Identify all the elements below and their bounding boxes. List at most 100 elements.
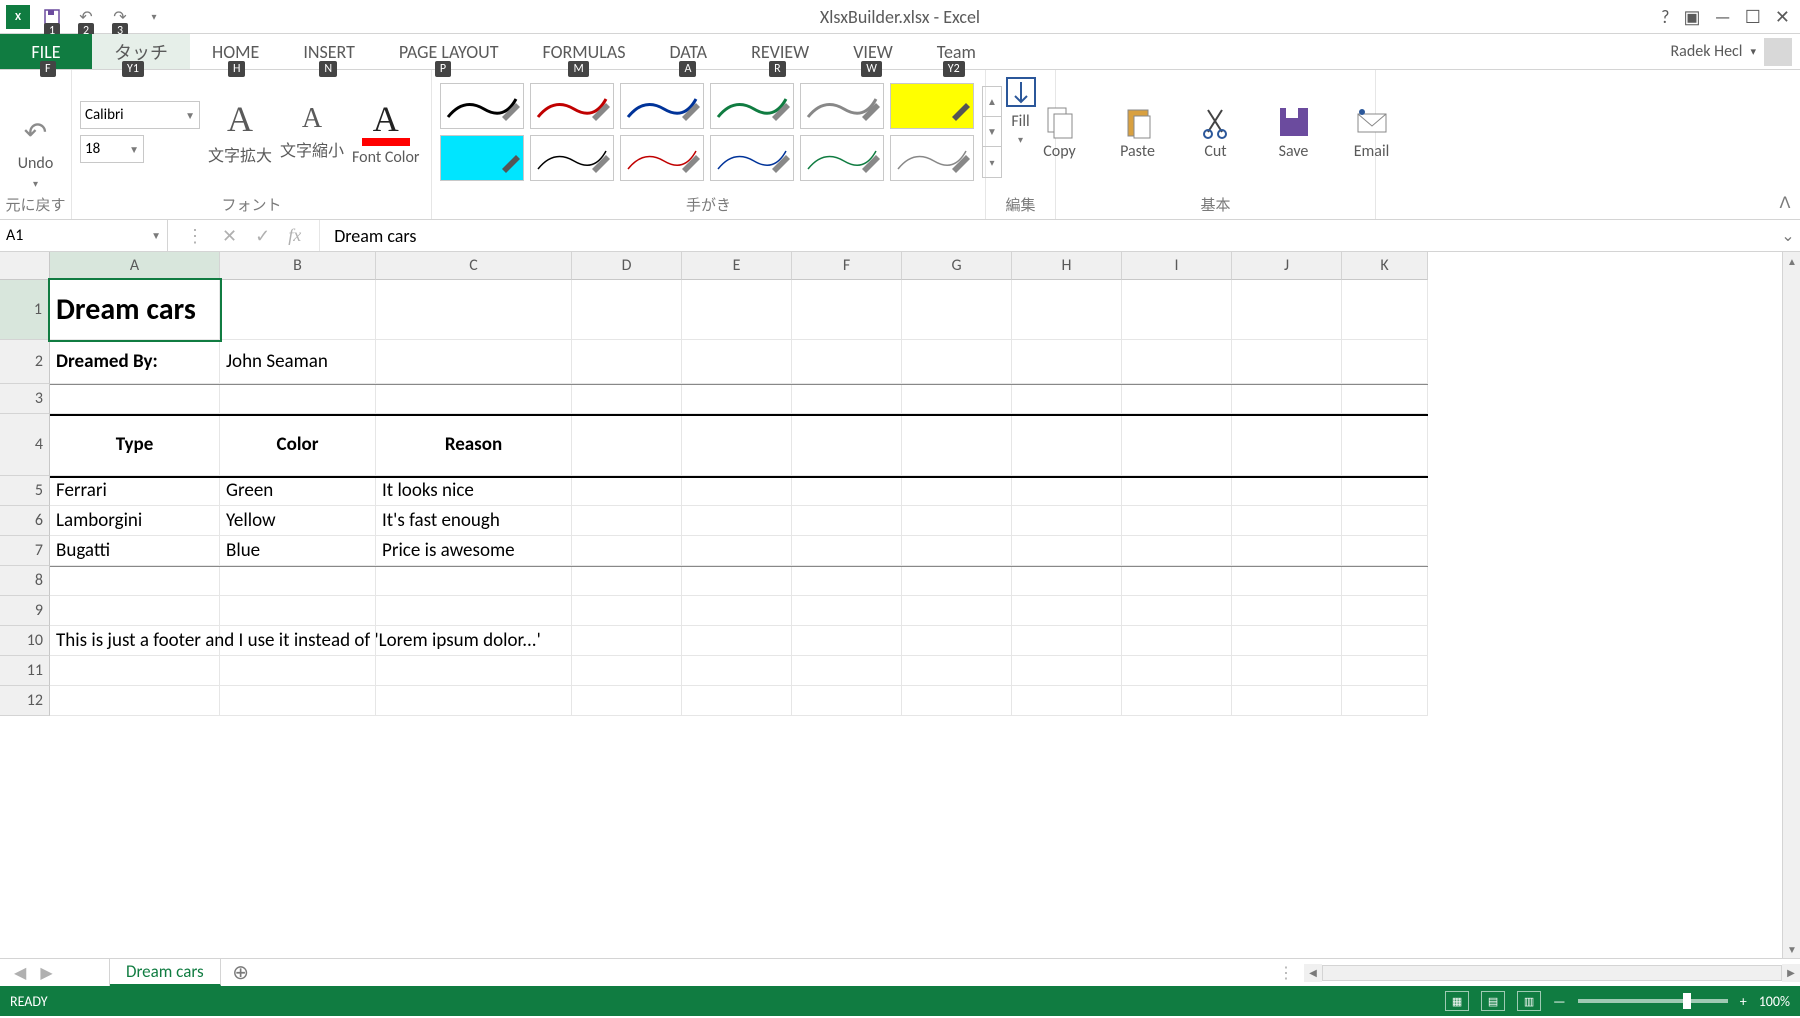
undo-qat-button[interactable]: ↶ 2 — [74, 5, 98, 29]
cell[interactable]: Blue — [220, 536, 376, 566]
cell[interactable] — [1122, 596, 1232, 626]
shrink-font-button[interactable]: A文字縮小 — [280, 103, 344, 161]
cell[interactable] — [1232, 536, 1342, 566]
row-header[interactable]: 7 — [0, 536, 50, 566]
cell[interactable] — [792, 280, 902, 340]
pen-swatch[interactable] — [530, 135, 614, 181]
pen-swatch[interactable] — [620, 135, 704, 181]
horizontal-scrollbar[interactable]: ◀▶ — [1304, 959, 1800, 986]
cell[interactable] — [1122, 280, 1232, 340]
cell[interactable] — [902, 656, 1012, 686]
cell[interactable]: Color — [220, 414, 376, 476]
zoom-out-button[interactable]: — — [1553, 993, 1566, 1010]
cell[interactable] — [682, 596, 792, 626]
cell[interactable] — [1232, 280, 1342, 340]
cell[interactable] — [1122, 626, 1232, 656]
sheet-nav[interactable]: ◀▶ — [0, 959, 110, 986]
pen-swatch[interactable] — [440, 83, 524, 129]
data-tab[interactable]: DATAA — [647, 34, 729, 69]
pagelayout-tab[interactable]: PAGE LAYOUTP — [377, 34, 521, 69]
cell[interactable] — [1232, 506, 1342, 536]
help-button[interactable]: ? — [1661, 6, 1669, 28]
cell[interactable] — [572, 626, 682, 656]
chevron-down-icon[interactable]: ▾ — [1018, 133, 1023, 146]
cell[interactable] — [376, 566, 572, 596]
cell[interactable] — [220, 626, 376, 656]
pen-swatch[interactable] — [800, 83, 884, 129]
cell[interactable] — [220, 686, 376, 716]
cell[interactable] — [50, 596, 220, 626]
cell[interactable] — [1342, 506, 1428, 536]
cell[interactable]: John Seaman — [220, 340, 376, 384]
cell[interactable] — [792, 476, 902, 506]
cell[interactable] — [1232, 384, 1342, 414]
formula-input[interactable]: Dream cars — [320, 220, 1776, 251]
cell[interactable] — [1342, 340, 1428, 384]
next-sheet-icon[interactable]: ▶ — [40, 963, 52, 983]
formulas-tab[interactable]: FORMULASM — [520, 34, 647, 69]
cell[interactable]: Type — [50, 414, 220, 476]
enter-icon[interactable]: ✓ — [255, 225, 270, 247]
cell[interactable] — [1232, 414, 1342, 476]
cell[interactable] — [1232, 626, 1342, 656]
cell[interactable] — [792, 340, 902, 384]
column-header[interactable]: D — [572, 252, 682, 280]
cell[interactable] — [1122, 476, 1232, 506]
cell[interactable] — [376, 596, 572, 626]
paste-button[interactable]: Paste — [1106, 104, 1170, 161]
cell[interactable] — [1122, 340, 1232, 384]
pen-swatch[interactable] — [620, 83, 704, 129]
cell[interactable] — [1012, 626, 1122, 656]
column-header[interactable]: B — [220, 252, 376, 280]
cell[interactable] — [220, 280, 376, 340]
cell[interactable] — [1012, 384, 1122, 414]
cell[interactable] — [376, 340, 572, 384]
row-header[interactable]: 3 — [0, 384, 50, 414]
cell[interactable] — [1232, 596, 1342, 626]
cell[interactable] — [1012, 340, 1122, 384]
enlarge-font-button[interactable]: A文字拡大 — [208, 98, 272, 166]
cell[interactable] — [572, 280, 682, 340]
cell[interactable] — [572, 686, 682, 716]
cell[interactable] — [902, 476, 1012, 506]
cell[interactable] — [376, 384, 572, 414]
zoom-in-button[interactable]: + — [1740, 993, 1747, 1010]
pagebreak-view-button[interactable]: ▥ — [1517, 991, 1541, 1011]
insert-tab[interactable]: INSERTN — [281, 34, 377, 69]
cell[interactable] — [1342, 656, 1428, 686]
row-header[interactable]: 10 — [0, 626, 50, 656]
file-tab[interactable]: FILE F — [0, 34, 92, 69]
cell[interactable] — [1012, 280, 1122, 340]
review-tab[interactable]: REVIEWR — [729, 34, 831, 69]
cell[interactable]: Dream cars — [50, 280, 220, 340]
redo-qat-button[interactable]: ↷ 3 — [108, 5, 132, 29]
cell[interactable] — [902, 280, 1012, 340]
cell[interactable] — [1342, 566, 1428, 596]
cell[interactable] — [572, 340, 682, 384]
prev-sheet-icon[interactable]: ◀ — [14, 963, 26, 983]
cell[interactable] — [1012, 506, 1122, 536]
cell[interactable] — [682, 686, 792, 716]
cell[interactable] — [792, 566, 902, 596]
cell[interactable]: Ferrari — [50, 476, 220, 506]
cell-area[interactable]: Dream carsDreamed By:John SeamanTypeColo… — [50, 280, 1782, 958]
cell[interactable] — [682, 280, 792, 340]
cell[interactable] — [902, 340, 1012, 384]
cell[interactable] — [376, 280, 572, 340]
font-name-combo[interactable]: Calibri▼ — [80, 101, 200, 129]
cell[interactable] — [1232, 566, 1342, 596]
row-header[interactable]: 5 — [0, 476, 50, 506]
cell[interactable]: Price is awesome — [376, 536, 572, 566]
cell[interactable] — [1232, 686, 1342, 716]
column-header[interactable]: H — [1012, 252, 1122, 280]
view-tab[interactable]: VIEWW — [831, 34, 915, 69]
cell[interactable]: Lamborgini — [50, 506, 220, 536]
highlighter-swatch[interactable] — [890, 83, 974, 129]
cell[interactable] — [902, 506, 1012, 536]
cell[interactable] — [1012, 596, 1122, 626]
font-color-button[interactable]: AFont Color — [352, 98, 419, 167]
cell[interactable] — [1012, 566, 1122, 596]
cell[interactable] — [792, 686, 902, 716]
save-button[interactable]: Save — [1262, 104, 1326, 161]
normal-view-button[interactable]: ▦ — [1445, 991, 1469, 1011]
